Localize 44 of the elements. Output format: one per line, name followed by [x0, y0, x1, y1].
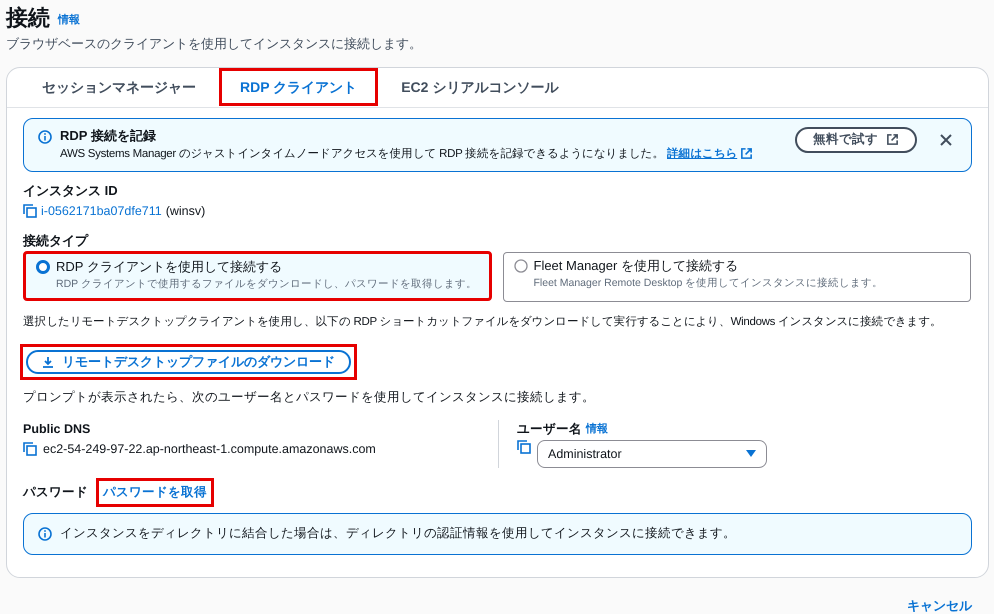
username-select[interactable]: Administrator	[537, 440, 767, 468]
close-icon[interactable]	[939, 132, 953, 146]
try-free-button[interactable]: 無料で試す	[795, 126, 917, 152]
instance-id-link[interactable]: i-0562171ba07dfe711	[41, 202, 162, 221]
public-dns-value: ec2-54-249-97-22.ap-northeast-1.compute.amazonaws.com	[43, 441, 376, 458]
option-title: RDP クライアントを使用して接続する	[56, 258, 283, 276]
instructions-text: 選択したリモートデスクトップクライアントを使用し、以下の RDP ショートカットファイルをダウンロードして実行することにより、Windows インスタンスに接続できます。	[23, 314, 943, 330]
external-link-icon	[886, 133, 899, 146]
page-title: 接続	[6, 4, 50, 32]
field-label: インスタンス ID	[23, 182, 119, 200]
info-link[interactable]: 情報	[586, 421, 608, 438]
tab[interactable]: RDP クライアント	[219, 68, 378, 106]
notice-title: RDP 接続を記録	[60, 126, 157, 144]
instance-name: (winsv)	[166, 203, 206, 220]
prompt-text: プロンプトが表示されたら、次のユーザー名とパスワードを使用してインスタンスに接続します。	[23, 388, 596, 406]
tab[interactable]: EC2 シリアルコンソール	[380, 68, 580, 106]
field-label: 接続タイプ	[23, 232, 90, 250]
copy-icon[interactable]	[517, 440, 531, 454]
option-title: Fleet Manager を使用して接続する	[534, 257, 739, 276]
download-button[interactable]: リモートデスクトップファイルのダウンロード	[20, 344, 357, 380]
radio-button[interactable]	[36, 260, 50, 274]
external-link-icon	[740, 147, 754, 160]
info-link[interactable]: 情報	[58, 12, 80, 28]
connection-option[interactable]: Fleet Manager を使用して接続する Fleet Manager Remote Desktop を使用してインスタンスに接続します。	[502, 252, 971, 302]
info-icon	[38, 130, 52, 144]
connection-option[interactable]: RDP クライアントを使用して接続する RDP クライアントで使用するファイルをダウンロードし、パスワードを取得します。	[23, 251, 492, 302]
get-password-link[interactable]: パスワードを取得	[96, 478, 214, 507]
download-icon	[42, 356, 54, 368]
field-label: パスワード	[23, 484, 88, 501]
option-description: RDP クライアントで使用するファイルをダウンロードし、パスワードを取得します。	[56, 277, 477, 292]
info-icon	[38, 526, 52, 541]
directory-notice-text: インスタンスをディレクトリに結合した場合は、ディレクトリの認証情報を使用してインスタンスに接続できます。	[60, 525, 736, 542]
tab[interactable]: セッションマネージャー	[21, 68, 217, 106]
page-description: ブラウザベースのクライアントを使用してインスタンスに接続します。	[6, 35, 423, 53]
field-label: Public DNS	[23, 421, 92, 438]
radio-button[interactable]	[514, 259, 528, 274]
copy-icon[interactable]	[23, 442, 37, 456]
notice-text: AWS Systems Manager のジャストインタイムノードアクセスを使用して RDP 接続を記録できるようになりました。 詳細はこちら	[60, 144, 787, 162]
copy-icon[interactable]	[23, 204, 37, 218]
learn-more-link[interactable]: 詳細はこちら	[667, 144, 754, 162]
cancel-button[interactable]: キャンセル	[907, 596, 972, 614]
field-label: ユーザー名	[517, 421, 582, 438]
caret-icon	[746, 450, 756, 458]
option-description: Fleet Manager Remote Desktop を使用してインスタンスに接続します。	[534, 276, 884, 292]
